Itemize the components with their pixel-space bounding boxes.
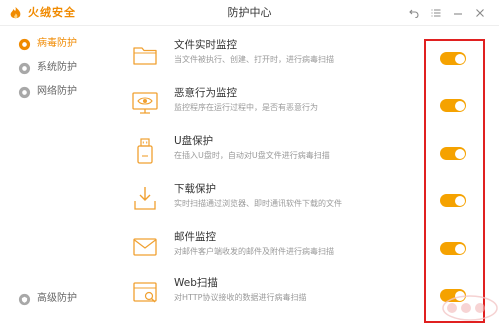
close-icon (476, 9, 484, 17)
shield-icon (18, 38, 31, 50)
sidebar-item-virus-protection[interactable]: 病毒防护 (18, 36, 77, 52)
sidebar-item-label: 网络防护 (37, 86, 77, 97)
feature-row-file-monitor: 文件实时监控 当文件被执行、创建、打开时，进行病毒扫描 (120, 36, 420, 80)
menu-button[interactable] (425, 4, 447, 22)
sidebar-item-label: 病毒防护 (37, 38, 77, 49)
download-icon (130, 184, 160, 214)
feature-title: 下载保护 (174, 183, 216, 195)
close-button[interactable] (469, 4, 491, 22)
sidebar-item-network-protection[interactable]: 网络防护 (18, 84, 77, 100)
feature-row-download-protection: 下载保护 实时扫描通过浏览器、即时通讯软件下载的文件 (120, 180, 420, 224)
monitor-eye-icon (130, 88, 160, 118)
menu-icon (431, 9, 441, 17)
web-scan-icon (130, 278, 160, 308)
feature-description: 当文件被执行、创建、打开时，进行病毒扫描 (174, 55, 334, 64)
feature-description: 在插入U盘时，自动对U盘文件进行病毒扫描 (174, 151, 330, 160)
minimize-button[interactable] (447, 4, 469, 22)
window-controls (403, 4, 491, 22)
advanced-shield-icon (18, 293, 31, 305)
feature-description: 实时扫描通过浏览器、即时通讯软件下载的文件 (174, 199, 342, 208)
highlight-box (424, 39, 485, 323)
minimize-icon (454, 13, 462, 15)
back-button[interactable] (403, 4, 425, 22)
sidebar: 病毒防护 系统防护 网络防护 高级防护 (0, 27, 108, 327)
feature-description: 监控程序在运行过程中，是否有恶意行为 (174, 103, 318, 112)
watermark-logo (442, 295, 498, 321)
back-icon (409, 9, 419, 18)
feature-row-mail-monitor: 邮件监控 对邮件客户端收发的邮件及附件进行病毒扫描 (120, 228, 420, 272)
feature-description: 对HTTP协议接收的数据进行病毒扫描 (174, 293, 307, 302)
system-icon (18, 62, 31, 74)
mail-icon (130, 232, 160, 262)
title-bar: 火绒安全 防护中心 (0, 0, 499, 26)
globe-icon (18, 86, 31, 98)
sidebar-item-advanced-protection[interactable]: 高级防护 (18, 291, 77, 307)
usb-drive-icon (130, 136, 160, 166)
feature-title: 恶意行为监控 (174, 87, 237, 99)
feature-description: 对邮件客户端收发的邮件及附件进行病毒扫描 (174, 247, 334, 256)
feature-title: U盘保护 (174, 135, 214, 147)
feature-title: Web扫描 (174, 277, 218, 289)
feature-row-usb-protection: U盘保护 在插入U盘时，自动对U盘文件进行病毒扫描 (120, 132, 420, 176)
feature-title: 邮件监控 (174, 231, 216, 243)
feature-title: 文件实时监控 (174, 39, 237, 51)
feature-row-behavior-monitor: 恶意行为监控 监控程序在运行过程中，是否有恶意行为 (120, 84, 420, 128)
feature-row-web-scan: Web扫描 对HTTP协议接收的数据进行病毒扫描 (120, 274, 420, 318)
sidebar-item-label: 高级防护 (37, 293, 77, 304)
folder-icon (130, 40, 160, 70)
sidebar-item-system-protection[interactable]: 系统防护 (18, 60, 77, 76)
sidebar-item-label: 系统防护 (37, 62, 77, 73)
